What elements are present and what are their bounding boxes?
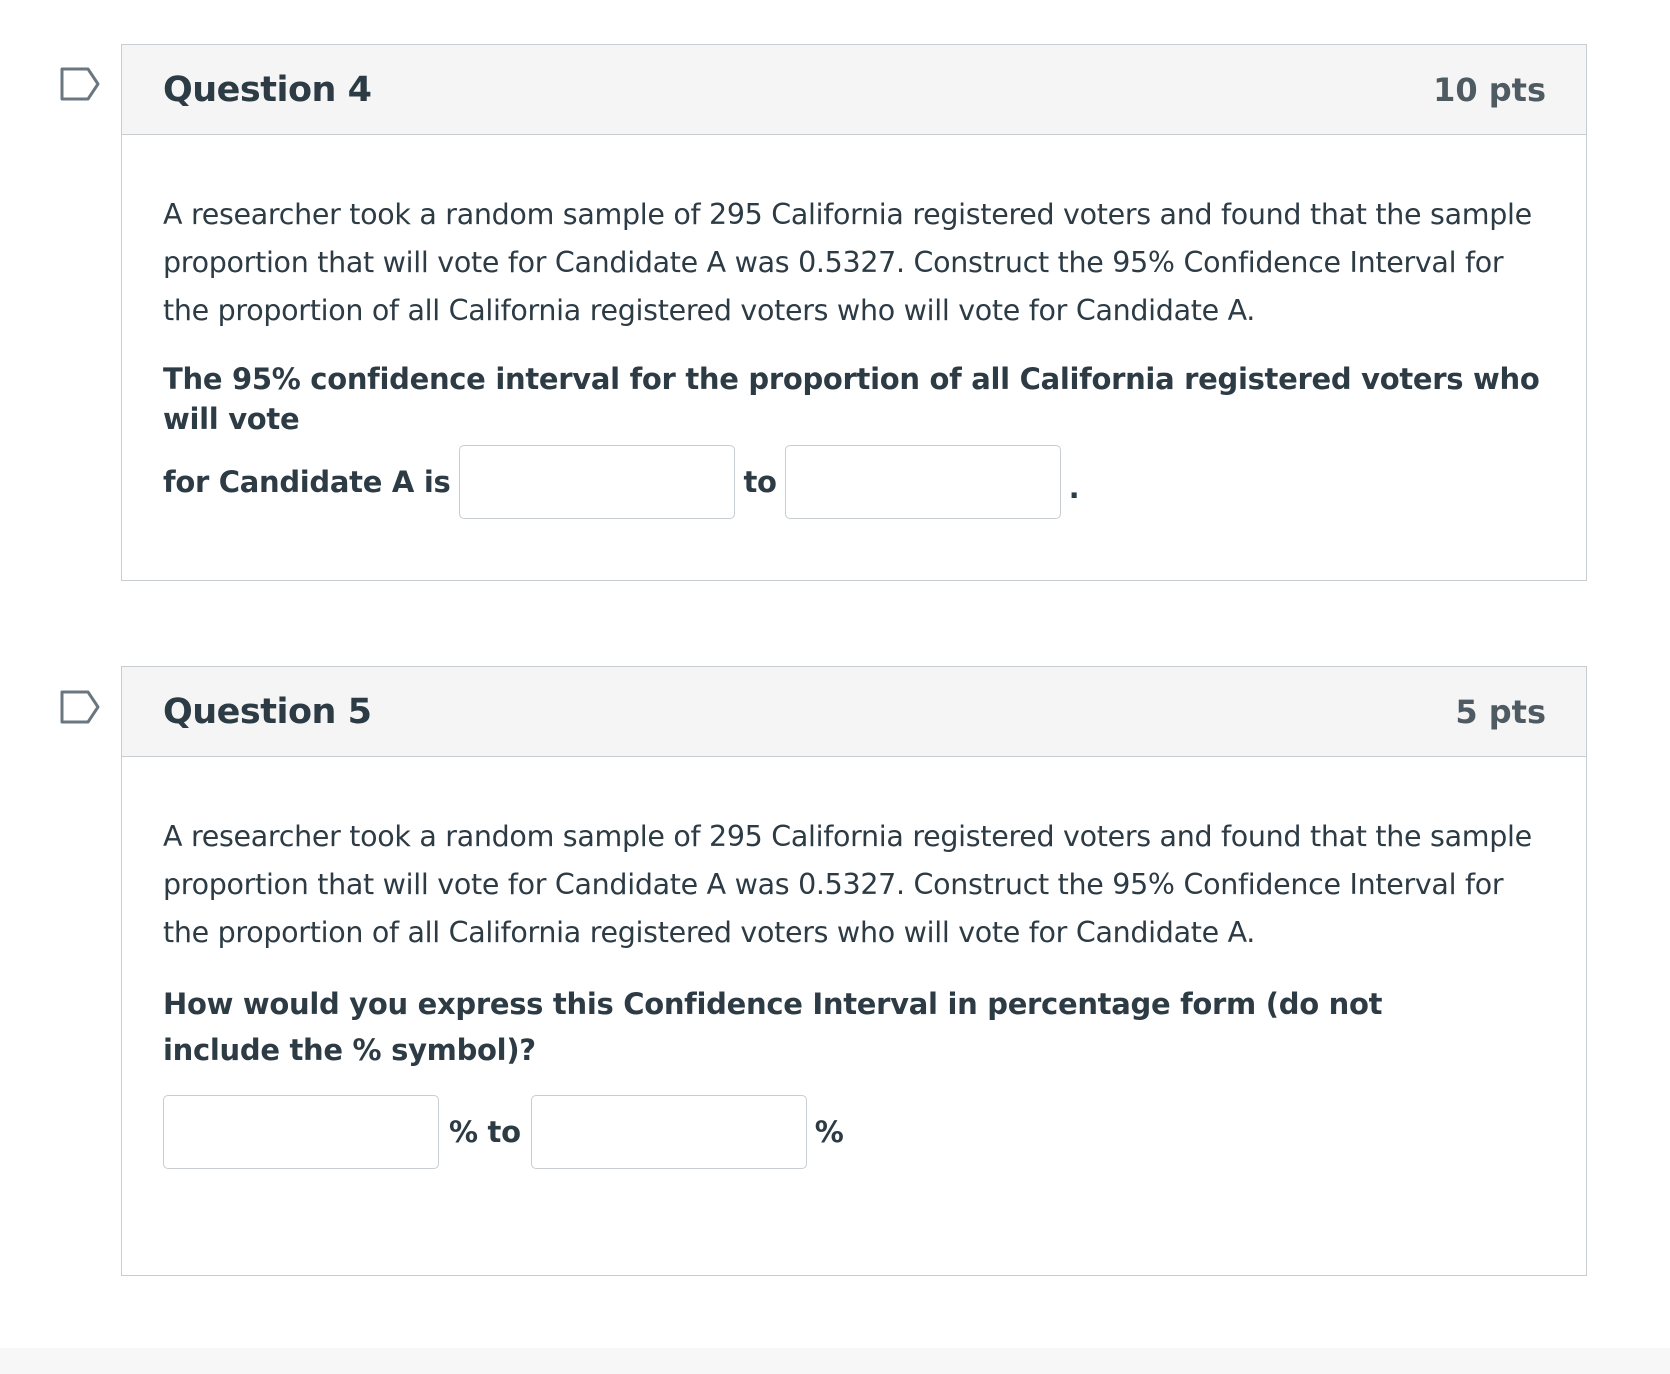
question-prompt: The 95% confidence interval for the prop… xyxy=(163,362,1540,436)
lower-percent-input[interactable] xyxy=(163,1095,439,1169)
flag-question-icon[interactable] xyxy=(60,690,102,724)
answer-row: for Candidate A is to . xyxy=(163,445,1546,519)
upper-bound-input[interactable] xyxy=(784,445,1061,519)
between-label: to xyxy=(743,465,777,499)
question-title: Question 4 xyxy=(163,69,372,110)
flag-question-icon[interactable] xyxy=(60,67,102,101)
question-5: Question 5 5 pts A researcher took a ran… xyxy=(121,666,1587,1276)
sentence-period: . xyxy=(1068,471,1080,505)
upper-percent-input[interactable] xyxy=(530,1095,807,1169)
page-footer-band xyxy=(0,1348,1670,1374)
question-title: Question 5 xyxy=(163,691,372,732)
percent-suffix: % xyxy=(814,1115,844,1149)
between-label: % to xyxy=(449,1115,521,1149)
question-points: 5 pts xyxy=(1455,692,1546,731)
question-points: 10 pts xyxy=(1433,70,1546,109)
question-text: A researcher took a random sample of 295… xyxy=(163,820,1532,949)
quiz-page: Question 4 10 pts A researcher took a ra… xyxy=(0,0,1670,1374)
lower-bound-input[interactable] xyxy=(459,445,736,519)
question-body: A researcher took a random sample of 295… xyxy=(122,191,1586,519)
answer-row: % to % xyxy=(163,1095,1546,1169)
question-header: Question 4 10 pts xyxy=(122,45,1586,135)
question-prompt: How would you express this Confidence In… xyxy=(163,987,1383,1067)
question-text: A researcher took a random sample of 295… xyxy=(163,198,1532,327)
question-body: A researcher took a random sample of 295… xyxy=(122,813,1586,1169)
question-4: Question 4 10 pts A researcher took a ra… xyxy=(121,44,1587,581)
prompt-continuation: for Candidate A is xyxy=(163,465,451,499)
question-header: Question 5 5 pts xyxy=(122,667,1586,757)
